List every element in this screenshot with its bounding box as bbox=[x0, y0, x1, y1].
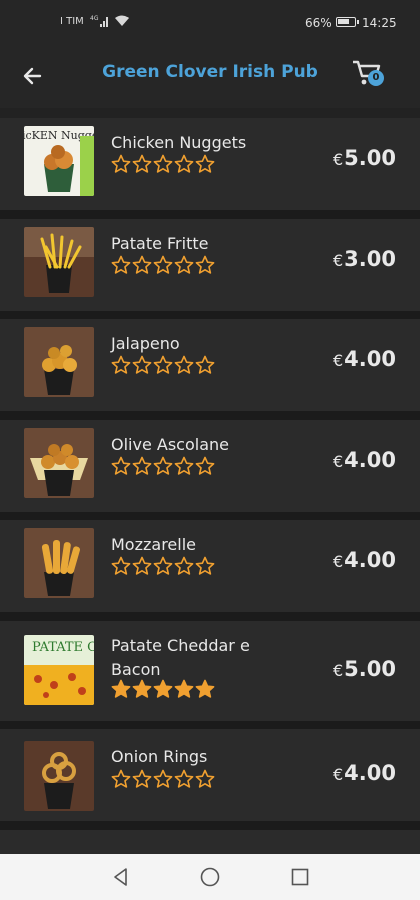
menu-item-patate-cheddar-bacon[interactable]: PATATE Cheddar + Bacon Patate Cheddar e … bbox=[0, 620, 420, 721]
svg-text:PATATE Cheddar + Bacon: PATATE Cheddar + Bacon bbox=[32, 640, 94, 655]
star-outline-icon bbox=[111, 355, 131, 374]
circle-home-icon[interactable] bbox=[199, 866, 221, 888]
star-filled-icon bbox=[195, 679, 215, 698]
star-outline-icon bbox=[174, 154, 194, 173]
star-outline-icon bbox=[132, 556, 152, 575]
star-outline-icon bbox=[111, 556, 131, 575]
status-clock: 14:25 bbox=[362, 16, 397, 30]
mozzarelle-photo bbox=[24, 528, 94, 598]
star-outline-icon bbox=[132, 154, 152, 173]
carrier-label: I TIM bbox=[60, 16, 84, 27]
star-outline-icon bbox=[153, 556, 173, 575]
status-bar: I TIM 4G 66% 14:25 bbox=[0, 0, 420, 44]
star-outline-icon bbox=[153, 154, 173, 173]
item-name: Onion Rings bbox=[111, 747, 208, 766]
star-outline-icon bbox=[174, 255, 194, 274]
star-outline-icon bbox=[111, 154, 131, 173]
item-name: Chicken Nuggets bbox=[111, 133, 247, 152]
item-price: €5.00 bbox=[332, 656, 396, 681]
menu-item-chicken-nuggets[interactable]: icKEN Nugge Chicken Nuggets €5.00 bbox=[0, 118, 420, 210]
star-outline-icon bbox=[153, 456, 173, 475]
star-outline-icon bbox=[132, 255, 152, 274]
menu-item-mozzarelle[interactable]: Mozzarelle €4.00 bbox=[0, 520, 420, 612]
square-recents-icon[interactable] bbox=[289, 866, 311, 888]
chicken-nuggets-photo: icKEN Nugge bbox=[24, 126, 94, 196]
star-rating bbox=[111, 556, 215, 576]
onion-rings-photo bbox=[24, 741, 94, 811]
star-filled-icon bbox=[132, 679, 152, 698]
item-price: €4.00 bbox=[332, 347, 396, 371]
star-outline-icon bbox=[153, 355, 173, 374]
page-title: Green Clover Irish Pub bbox=[102, 62, 318, 82]
star-outline-icon bbox=[174, 355, 194, 374]
star-rating bbox=[111, 456, 215, 476]
cart-button[interactable]: 0 bbox=[350, 58, 390, 94]
menu-item-onion-rings[interactable]: Onion Rings €4.00 bbox=[0, 729, 420, 821]
star-outline-icon bbox=[111, 456, 131, 475]
menu-item-jalapeno[interactable]: Jalapeno €4.00 bbox=[0, 319, 420, 411]
item-name: Olive Ascolane bbox=[111, 434, 229, 454]
star-filled-icon bbox=[111, 679, 131, 698]
menu-item-partial[interactable] bbox=[0, 829, 420, 854]
app-header: Green Clover Irish Pub 0 bbox=[0, 44, 420, 108]
cheddar-bacon-fries-photo: PATATE Cheddar + Bacon bbox=[24, 634, 94, 705]
item-name: Jalapeno bbox=[111, 334, 180, 353]
star-outline-icon bbox=[174, 456, 194, 475]
wifi-icon bbox=[115, 15, 129, 26]
star-outline-icon bbox=[195, 255, 215, 274]
arrow-left-icon[interactable] bbox=[18, 60, 50, 92]
star-outline-icon bbox=[195, 556, 215, 575]
cell-signal-icon: 4G bbox=[90, 15, 108, 27]
star-outline-icon bbox=[132, 355, 152, 374]
menu-item-patate-fritte[interactable]: Patate Fritte €3.00 bbox=[0, 218, 420, 311]
menu-item-olive-ascolane[interactable]: Olive Ascolane €4.00 bbox=[0, 419, 420, 512]
star-filled-icon bbox=[153, 679, 173, 698]
star-outline-icon bbox=[132, 456, 152, 475]
star-rating bbox=[111, 255, 215, 275]
star-outline-icon bbox=[195, 456, 215, 475]
star-outline-icon bbox=[153, 769, 173, 788]
network-type-label: 4G bbox=[90, 15, 99, 22]
star-rating bbox=[111, 355, 215, 375]
item-price: €4.00 bbox=[332, 761, 396, 785]
cart-count-badge: 0 bbox=[368, 70, 384, 86]
item-name: Patate Fritte bbox=[111, 233, 209, 253]
item-price: €3.00 bbox=[332, 246, 396, 271]
star-outline-icon bbox=[195, 769, 215, 788]
item-name: Patate Cheddar e Bacon bbox=[111, 635, 250, 679]
battery-percent: 66% bbox=[305, 16, 332, 30]
olive-ascolane-photo bbox=[24, 427, 94, 498]
star-outline-icon bbox=[195, 355, 215, 374]
item-name: Mozzarelle bbox=[111, 535, 196, 554]
item-price: €4.00 bbox=[332, 548, 396, 572]
fries-photo bbox=[24, 226, 94, 297]
star-rating bbox=[111, 679, 215, 699]
star-outline-icon bbox=[195, 154, 215, 173]
star-outline-icon bbox=[174, 769, 194, 788]
star-rating bbox=[111, 154, 215, 174]
star-outline-icon bbox=[111, 255, 131, 274]
star-outline-icon bbox=[174, 556, 194, 575]
jalapeno-photo bbox=[24, 327, 94, 397]
star-rating bbox=[111, 769, 215, 789]
menu-list[interactable]: icKEN Nugge Chicken Nuggets €5.00 Patate… bbox=[0, 118, 420, 854]
star-outline-icon bbox=[153, 255, 173, 274]
system-nav-bar bbox=[0, 854, 420, 900]
star-outline-icon bbox=[111, 769, 131, 788]
triangle-back-icon[interactable] bbox=[110, 866, 132, 888]
battery-icon bbox=[336, 17, 359, 27]
star-filled-icon bbox=[174, 679, 194, 698]
item-price: €4.00 bbox=[332, 447, 396, 472]
star-outline-icon bbox=[132, 769, 152, 788]
item-price: €5.00 bbox=[332, 146, 396, 170]
